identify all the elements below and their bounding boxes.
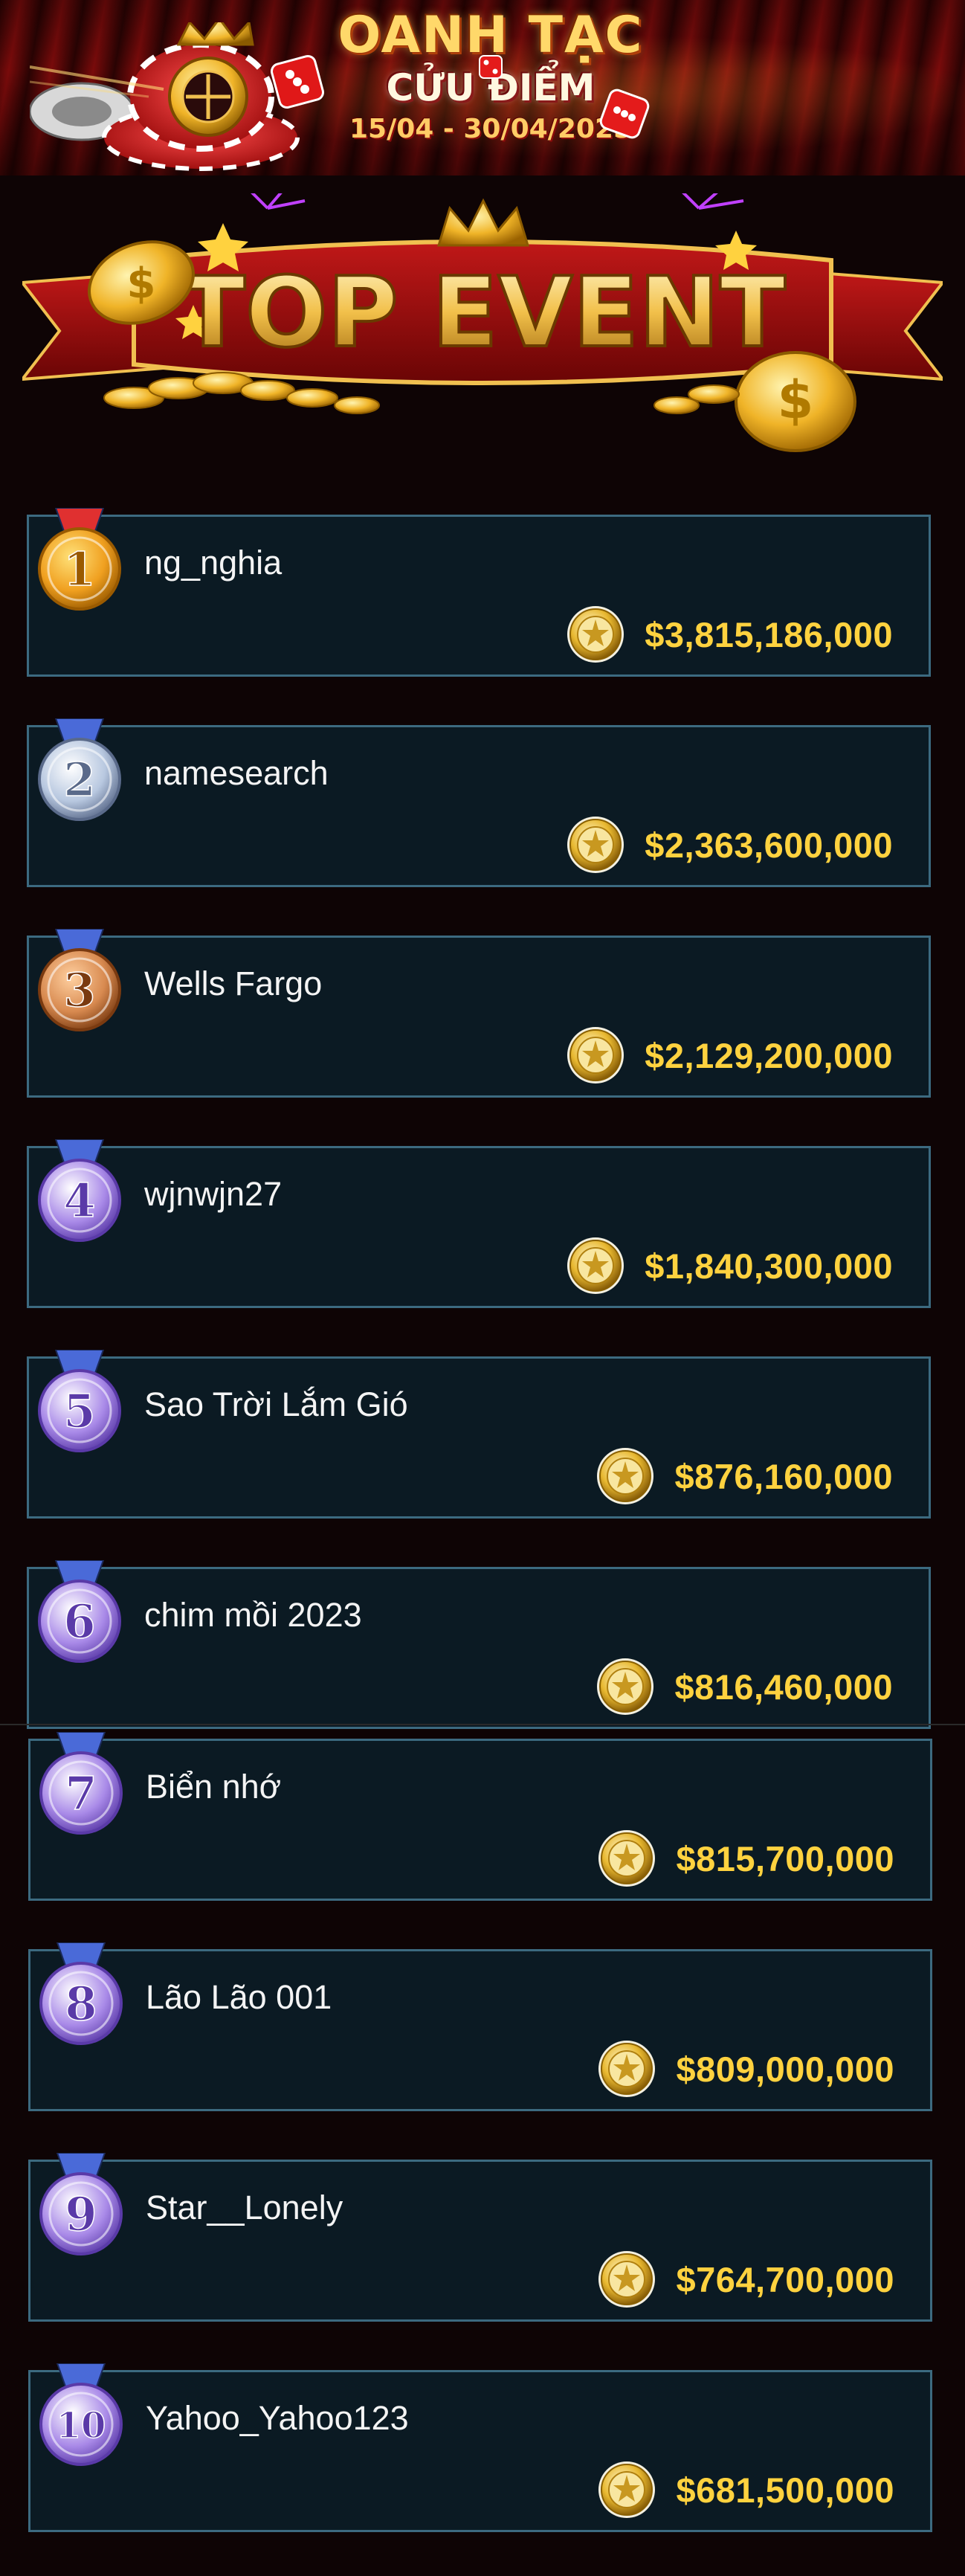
prize: $681,500,000 (597, 2460, 894, 2519)
purple-medal-icon: 6 (38, 1560, 121, 1663)
player-name: chim mồi 2023 (144, 1596, 362, 1634)
event-banner: OANH TẠC CỬU ĐIỂM 15/04 - 30/04/2025 (0, 0, 965, 176)
rank-number: 6 (63, 1594, 95, 1649)
leaderboard-row[interactable]: 3 Wells Fargo $2,129,200,000 (27, 929, 931, 1098)
player-name: namesearch (144, 754, 329, 792)
prize-amount: $816,460,000 (674, 1667, 893, 1707)
coin-icon (597, 1658, 654, 1715)
prize: $2,129,200,000 (566, 1025, 893, 1085)
purple-medal-icon: 8 (39, 1942, 123, 2045)
prize: $809,000,000 (597, 2039, 894, 2099)
coin-icon (567, 1027, 624, 1083)
rank-number: 7 (65, 1766, 97, 1820)
silver-medal-icon: 2 (38, 718, 121, 821)
svg-text:$: $ (127, 260, 156, 308)
purple-medal-icon: 5 (38, 1350, 121, 1452)
prize-amount: $809,000,000 (676, 2049, 894, 2089)
rank-number: 10 (57, 2405, 106, 2447)
gold-medal-icon: 1 (38, 508, 121, 611)
top-event-ribbon: TOP EVENT $ $ (22, 193, 943, 452)
prize: $1,840,300,000 (566, 1236, 893, 1295)
purple-medal-icon: 4 (38, 1139, 121, 1242)
leaderboard-row[interactable]: 9 Star__Lonely $764,700,000 (28, 2153, 932, 2322)
coin-icon (598, 2251, 656, 2308)
leaderboard-row[interactable]: 4 wjnwjn27 $1,840,300,000 (27, 1139, 931, 1308)
coin-icon (567, 1237, 624, 1294)
leaderboard-row[interactable]: 6 chim mồi 2023 $816,460,000 (27, 1560, 931, 1729)
leaderboard-row[interactable]: 10 Yahoo_Yahoo123 $681,500,000 (28, 2363, 932, 2532)
prize: $815,700,000 (597, 1829, 894, 1888)
svg-text:$: $ (778, 370, 814, 431)
casino-chips-icon (30, 22, 324, 171)
rank-number: 3 (63, 963, 95, 1017)
screenshot-seam (0, 1724, 965, 1725)
prize-amount: $2,129,200,000 (645, 1035, 893, 1075)
prize-amount: $876,160,000 (674, 1456, 893, 1496)
prize: $2,363,600,000 (566, 815, 893, 875)
purple-medal-icon: 9 (39, 2153, 123, 2255)
player-name: ng_nghia (144, 544, 283, 582)
coin-icon (597, 1448, 654, 1504)
player-name: Sao Trời Lắm Gió (144, 1385, 408, 1423)
leaderboard-row[interactable]: 2 namesearch $2,363,600,000 (27, 718, 931, 887)
rank-number: 8 (65, 1977, 97, 2031)
coin-icon (567, 817, 624, 873)
prize-amount: $815,700,000 (676, 1838, 894, 1878)
prize-amount: $681,500,000 (676, 2470, 894, 2510)
rank-number: 5 (63, 1384, 95, 1438)
leaderboard-row[interactable]: 7 Biển nhớ $815,700,000 (28, 1732, 932, 1901)
rank-number: 2 (63, 753, 95, 807)
player-name: Biển nhớ (146, 1768, 282, 1806)
leaderboard-row[interactable]: 1 ng_nghia $3,815,186,000 (27, 508, 931, 677)
prize: $3,815,186,000 (566, 605, 893, 664)
prize-amount: $1,840,300,000 (645, 1246, 893, 1286)
prize-amount: $2,363,600,000 (645, 825, 893, 865)
top-event-title: TOP EVENT (179, 256, 785, 369)
player-name: Yahoo_Yahoo123 (146, 2399, 409, 2437)
dice-icon (599, 88, 650, 139)
leaderboard-row[interactable]: 8 Lão Lão 001 $809,000,000 (28, 1942, 932, 2111)
player-name: wjnwjn27 (144, 1175, 283, 1213)
bronze-medal-icon: 3 (38, 929, 121, 1031)
coin-icon (567, 606, 624, 663)
leaderboard-row[interactable]: 5 Sao Trời Lắm Gió $876,160,000 (27, 1350, 931, 1519)
rank-number: 1 (63, 542, 95, 596)
player-name: Wells Fargo (144, 965, 323, 1002)
purple-medal-icon: 10 (39, 2363, 123, 2466)
player-name: Lão Lão 001 (146, 1978, 332, 2016)
rank-number: 4 (63, 1173, 95, 1228)
purple-medal-icon: 7 (39, 1732, 123, 1835)
coin-icon (598, 2041, 656, 2097)
prize-amount: $764,700,000 (676, 2259, 894, 2299)
rank-number: 9 (65, 2187, 97, 2241)
small-dice-icon (479, 55, 503, 79)
player-name: Star__Lonely (146, 2189, 343, 2226)
prize: $876,160,000 (596, 1446, 893, 1506)
prize: $764,700,000 (597, 2250, 894, 2309)
prize: $816,460,000 (596, 1657, 893, 1716)
coin-icon (598, 1830, 656, 1887)
prize-amount: $3,815,186,000 (645, 614, 893, 654)
coin-icon (598, 2461, 656, 2518)
